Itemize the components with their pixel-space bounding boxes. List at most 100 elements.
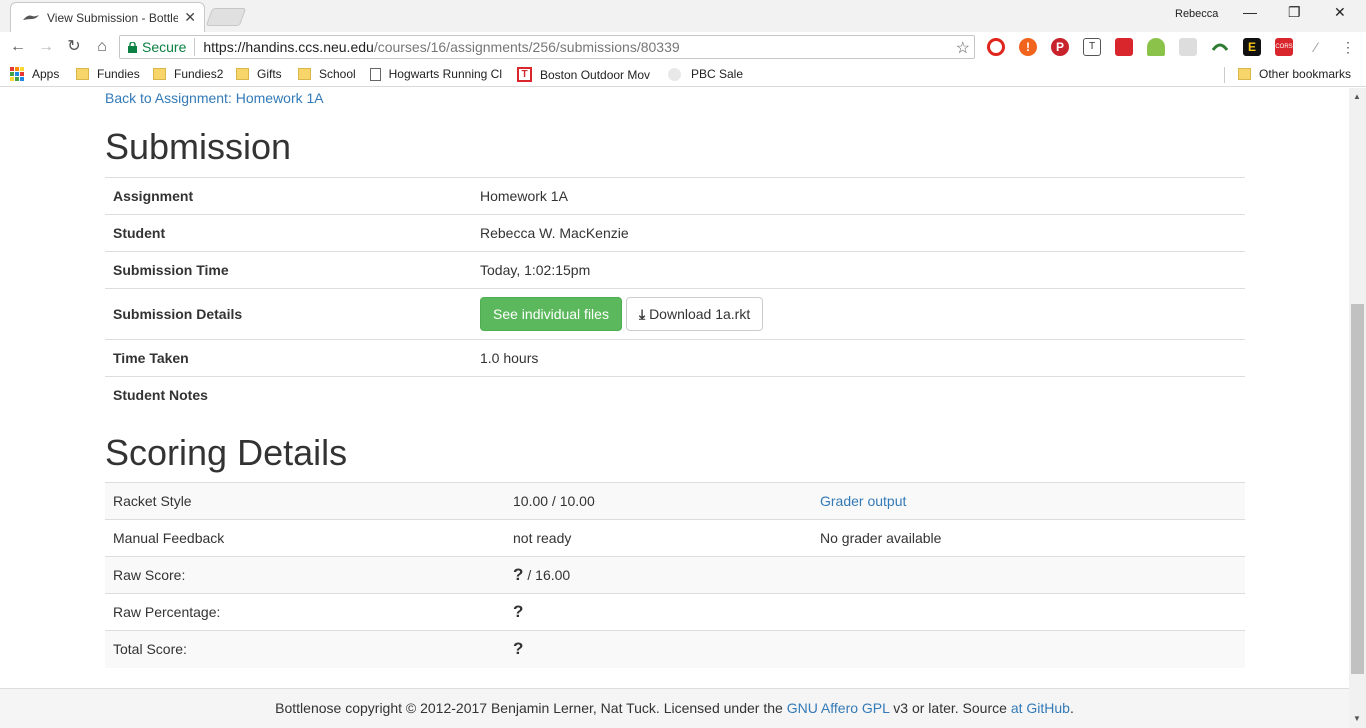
address-bar[interactable]: Secure https://handins.ccs.neu.edu/cours… bbox=[119, 35, 975, 59]
bookmark-label: Gifts bbox=[257, 67, 282, 81]
grader-output-link[interactable]: Grader output bbox=[820, 493, 906, 509]
reload-icon[interactable]: ↻ bbox=[64, 37, 84, 57]
license-link[interactable]: GNU Affero GPL bbox=[787, 700, 890, 716]
folder-icon bbox=[298, 68, 311, 80]
forward-arrow-icon[interactable]: → bbox=[36, 37, 56, 57]
github-link[interactable]: at GitHub bbox=[1011, 700, 1070, 716]
time-taken-label: Time Taken bbox=[105, 339, 472, 377]
folder-icon bbox=[1238, 68, 1251, 80]
page-icon bbox=[370, 67, 381, 81]
submission-details-label: Submission Details bbox=[105, 288, 472, 340]
manual-feedback-score: not ready bbox=[505, 519, 812, 557]
page-content: Back to Assignment: Homework 1A Submissi… bbox=[0, 88, 1349, 728]
restore-icon[interactable]: ❐ bbox=[1288, 4, 1301, 21]
colorful-extension-icon[interactable] bbox=[1211, 38, 1229, 56]
assignment-label: Assignment bbox=[105, 177, 472, 215]
tab-close-icon[interactable]: ✕ bbox=[184, 9, 196, 26]
scoring-table-wrap: Racket Style 10.00 / 10.00 Grader output… bbox=[105, 482, 1245, 668]
student-notes-label: Student Notes bbox=[105, 376, 472, 414]
empty-cell bbox=[812, 556, 1245, 594]
empty-cell bbox=[812, 593, 1245, 631]
bookmark-pbc-sale[interactable]: PBC Sale bbox=[668, 67, 743, 81]
bookmark-hogwarts[interactable]: Hogwarts Running Cl bbox=[370, 67, 502, 81]
submission-heading: Submission bbox=[105, 126, 292, 167]
folder-icon bbox=[153, 68, 166, 80]
table-row: Raw Score: ?/ 16.00 bbox=[105, 556, 1245, 594]
text-extension-icon[interactable]: T bbox=[1083, 38, 1101, 56]
browser-tab[interactable]: View Submission - Bottle ✕ bbox=[10, 2, 205, 32]
bookmark-gifts[interactable]: Gifts bbox=[236, 67, 282, 81]
table-row: Submission Details See individual files ⤓… bbox=[105, 288, 1245, 340]
footer-copyright: Bottlenose copyright © 2012-2017 Benjami… bbox=[275, 700, 783, 716]
url-host: https://handins.ccs.neu.edu bbox=[203, 39, 374, 55]
bookmark-star-icon[interactable]: ☆ bbox=[956, 38, 970, 58]
scoring-details-heading: Scoring Details bbox=[105, 432, 348, 473]
opera-extension-icon[interactable] bbox=[987, 38, 1005, 56]
bookmark-other[interactable]: Other bookmarks bbox=[1238, 67, 1351, 81]
raw-score-unknown: ? bbox=[513, 565, 524, 584]
profile-name[interactable]: Rebecca bbox=[1175, 8, 1218, 20]
bookmark-fundies2[interactable]: Fundies2 bbox=[153, 67, 223, 81]
raw-percentage-label: Raw Percentage: bbox=[105, 593, 505, 631]
download-file-button[interactable]: ⤓ Download 1a.rkt bbox=[625, 297, 764, 331]
bookmark-label: Other bookmarks bbox=[1259, 67, 1352, 81]
scroll-down-icon[interactable]: ▼ bbox=[1353, 714, 1361, 723]
download-button-label: Download 1a.rkt bbox=[649, 306, 751, 322]
total-score-label: Total Score: bbox=[105, 630, 505, 668]
menu-kebab-icon[interactable]: ⋮ bbox=[1339, 38, 1357, 56]
table-row: Submission Time Today, 1:02:15pm bbox=[105, 251, 1245, 289]
footer-middle: v3 or later. Source bbox=[893, 700, 1007, 716]
e-extension-icon[interactable]: E bbox=[1243, 38, 1261, 56]
racket-style-score: 10.00 / 10.00 bbox=[505, 482, 812, 520]
scrollbar-thumb[interactable] bbox=[1351, 304, 1364, 674]
student-notes-value bbox=[472, 376, 1245, 414]
scoring-table: Racket Style 10.00 / 10.00 Grader output… bbox=[105, 482, 1245, 668]
url-path: /courses/16/assignments/256/submissions/… bbox=[373, 39, 680, 55]
raw-score-label: Raw Score: bbox=[105, 556, 505, 594]
table-row: Time Taken 1.0 hours bbox=[105, 339, 1245, 377]
table-row: Raw Percentage: ? bbox=[105, 593, 1245, 631]
pdf-extension-icon[interactable]: ⁄ bbox=[1307, 38, 1325, 56]
bookmark-label: PBC Sale bbox=[691, 67, 744, 81]
cors-extension-icon[interactable]: CORS bbox=[1275, 38, 1293, 56]
table-row: Assignment Homework 1A bbox=[105, 177, 1245, 215]
assignment-value: Homework 1A bbox=[472, 177, 1245, 215]
time-taken-value: 1.0 hours bbox=[472, 339, 1245, 377]
grey-extension-icon[interactable] bbox=[1179, 38, 1197, 56]
total-score-value: ? bbox=[505, 630, 812, 668]
bookmark-label: Fundies bbox=[97, 67, 140, 81]
empty-cell bbox=[812, 630, 1245, 668]
footer: Bottlenose copyright © 2012-2017 Benjami… bbox=[0, 688, 1349, 728]
table-row: Racket Style 10.00 / 10.00 Grader output bbox=[105, 482, 1245, 520]
table-row: Manual Feedback not ready No grader avai… bbox=[105, 519, 1245, 557]
pinterest-extension-icon[interactable]: P bbox=[1051, 38, 1069, 56]
bookmark-boston-outdoor[interactable]: T Boston Outdoor Mov bbox=[517, 67, 655, 82]
scroll-up-icon[interactable]: ▲ bbox=[1353, 92, 1361, 101]
omnibox-divider bbox=[194, 38, 196, 56]
plant-extension-icon[interactable] bbox=[1147, 38, 1165, 56]
window-close-icon[interactable]: ✕ bbox=[1334, 4, 1346, 21]
new-tab-button[interactable] bbox=[205, 8, 247, 26]
page-scrollbar[interactable]: ▲ ▼ bbox=[1349, 88, 1366, 728]
raw-percentage-value: ? bbox=[505, 593, 812, 631]
submission-time-label: Submission Time bbox=[105, 251, 472, 289]
see-individual-files-button[interactable]: See individual files bbox=[480, 297, 622, 331]
back-arrow-icon[interactable]: ← bbox=[8, 37, 28, 57]
minimize-icon[interactable]: — bbox=[1243, 4, 1257, 20]
alert-extension-icon[interactable]: ! bbox=[1019, 38, 1037, 56]
bookmark-label: Hogwarts Running Cl bbox=[388, 67, 502, 81]
tix-icon: T bbox=[517, 67, 532, 82]
dice-extension-icon[interactable] bbox=[1115, 38, 1133, 56]
back-to-assignment-link[interactable]: Back to Assignment: Homework 1A bbox=[105, 90, 324, 106]
bookmarks-bar: Apps Fundies Fundies2 Gifts School Hogwa… bbox=[0, 62, 1366, 87]
bookmark-fundies[interactable]: Fundies bbox=[76, 67, 140, 81]
manual-feedback-note: No grader available bbox=[812, 519, 1245, 557]
bookmark-label: Fundies2 bbox=[174, 67, 224, 81]
bookmark-school[interactable]: School bbox=[298, 67, 356, 81]
home-icon[interactable]: ⌂ bbox=[92, 37, 112, 57]
bookmark-label: Boston Outdoor Mov bbox=[540, 67, 651, 82]
bookmark-apps[interactable]: Apps bbox=[10, 67, 59, 81]
secure-label: Secure bbox=[142, 39, 187, 55]
student-value: Rebecca W. MacKenzie bbox=[472, 214, 1245, 252]
tab-strip: View Submission - Bottle ✕ Rebecca — ❐ ✕ bbox=[0, 0, 1366, 32]
